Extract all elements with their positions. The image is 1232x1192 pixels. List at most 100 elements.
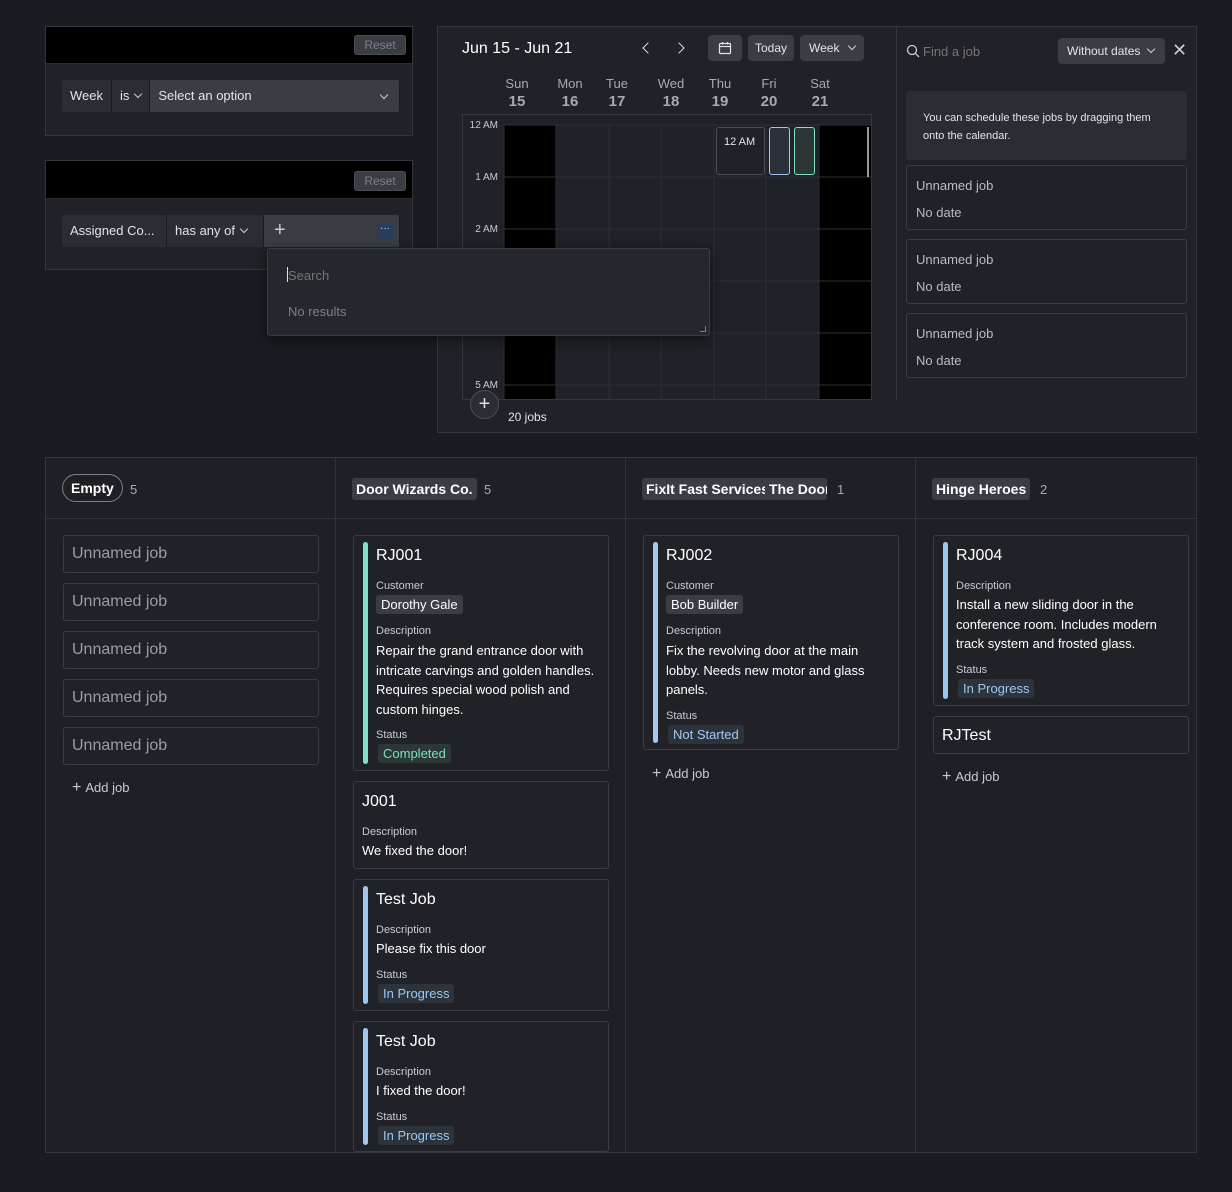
day-header-sat[interactable]: Sat 21	[794, 76, 846, 110]
description-label: Description	[666, 625, 722, 637]
unscheduled-job-card[interactable]: Unnamed job No date	[906, 313, 1187, 378]
group-tag: The Door	[765, 478, 827, 500]
job-card[interactable]: RJ004 Description Install a new sliding …	[933, 535, 1189, 706]
description-text: Repair the grand entrance door with intr…	[376, 643, 595, 717]
day-header-thu[interactable]: Thu 19	[694, 76, 746, 110]
find-job-input[interactable]	[923, 40, 1048, 62]
add-job-label: Add job	[85, 780, 130, 795]
hour-label: 5 AM	[475, 380, 498, 391]
customer-tag: Dorothy Gale	[376, 595, 463, 614]
jobs-count: 20 jobs	[508, 410, 547, 424]
calendar-icon	[718, 42, 732, 55]
day-name: Mon	[557, 76, 583, 91]
plus-icon[interactable]: +	[274, 215, 286, 246]
assignee-search-dropdown: No results	[267, 248, 710, 336]
job-card[interactable]: Test Job Description Please fix this doo…	[353, 879, 609, 1011]
column-header: Empty 5	[46, 458, 335, 519]
job-card-unnamed[interactable]: Unnamed job	[63, 535, 319, 573]
day-name: Sun	[505, 76, 529, 91]
description-label: Description	[376, 1066, 432, 1078]
day-header-fri[interactable]: Fri 20	[743, 76, 795, 110]
day-number: 15	[508, 93, 526, 110]
description-label: Description	[376, 924, 432, 936]
filter-field[interactable]: Assigned Co...	[62, 215, 167, 247]
job-card-unnamed[interactable]: Unnamed job	[63, 583, 319, 621]
day-number: 17	[608, 93, 626, 110]
job-card[interactable]: RJTest	[933, 716, 1189, 754]
day-number: 16	[561, 93, 579, 110]
view-select[interactable]: Week	[800, 35, 864, 61]
more-options-icon[interactable]: ···	[377, 223, 393, 239]
column-header: Hinge Heroes 2	[916, 458, 1196, 519]
day-name: Fri	[761, 76, 777, 91]
day-header-wed[interactable]: Wed 18	[645, 76, 697, 110]
job-card-unnamed[interactable]: Unnamed job	[63, 727, 319, 765]
column-header: Door Wizards Co. 5	[336, 458, 625, 519]
add-event-button[interactable]: +	[470, 390, 499, 419]
description-label: Description	[956, 580, 1012, 592]
job-card-unnamed[interactable]: Unnamed job	[63, 679, 319, 717]
filter-operator-select[interactable]: has any of	[167, 215, 264, 247]
calendar-event[interactable]: 12 AM	[716, 127, 765, 175]
job-card[interactable]: J001 Description We fixed the door!	[353, 781, 609, 869]
add-job-label: Add job	[665, 766, 710, 781]
status-badge: Not Started	[668, 725, 744, 744]
customer-label: Customer	[666, 580, 714, 592]
filter-operator-label: is	[120, 88, 130, 103]
hour-label: 12 AM	[469, 120, 498, 131]
calendar-event[interactable]	[794, 127, 815, 175]
day-header-mon[interactable]: Mon 16	[544, 76, 596, 110]
filter-field[interactable]: Week	[62, 80, 112, 112]
group-count: 2	[1040, 482, 1048, 497]
status-badge: Completed	[378, 744, 451, 763]
status-stripe	[363, 886, 368, 1004]
reset-button[interactable]: Reset	[354, 35, 406, 55]
calendar-event[interactable]	[769, 127, 790, 175]
add-job-button[interactable]: + Add job	[942, 768, 999, 786]
today-button[interactable]: Today	[748, 35, 794, 61]
job-date: No date	[916, 279, 962, 294]
job-id: RJ002	[666, 547, 713, 564]
filter-value-select[interactable]: Select an option	[150, 80, 400, 112]
filter-operator-select[interactable]: is	[112, 80, 151, 112]
job-id: RJ001	[376, 547, 423, 564]
job-card[interactable]: RJ002 Customer Bob Builder Description F…	[643, 535, 899, 750]
job-card-unnamed[interactable]: Unnamed job	[63, 631, 319, 669]
add-job-button[interactable]: + Add job	[72, 779, 129, 797]
description-text: Install a new sliding door in the confer…	[956, 597, 1157, 651]
day-name: Sat	[810, 76, 830, 91]
job-card[interactable]: RJ001 Customer Dorothy Gale Description …	[353, 535, 609, 771]
status-badge: In Progress	[958, 679, 1035, 698]
job-id: Test Job	[376, 1033, 436, 1050]
day-number: 19	[711, 93, 729, 110]
day-header-sun[interactable]: Sun 15	[491, 76, 543, 110]
without-dates-label: Without dates	[1067, 44, 1141, 58]
day-header-tue[interactable]: Tue 17	[591, 76, 643, 110]
without-dates-select[interactable]: Without dates	[1058, 38, 1165, 64]
date-picker-button[interactable]	[708, 35, 742, 61]
job-id: RJTest	[942, 727, 991, 744]
assignee-search-input[interactable]	[288, 265, 588, 285]
status-label: Status	[376, 729, 408, 741]
day-number: 20	[760, 93, 778, 110]
chevron-down-icon	[848, 41, 857, 51]
add-job-button[interactable]: + Add job	[652, 765, 709, 783]
resize-handle-icon[interactable]	[700, 326, 706, 332]
unscheduled-job-card[interactable]: Unnamed job No date	[906, 165, 1187, 230]
group-count: 1	[837, 482, 845, 497]
group-tag: Hinge Heroes	[932, 478, 1031, 500]
customer-label: Customer	[376, 580, 424, 592]
close-icon[interactable]: ✕	[1172, 40, 1187, 60]
description-text: Fix the revolving door at the main lobby…	[666, 643, 865, 697]
status-label: Status	[956, 664, 988, 676]
job-id: RJ004	[956, 547, 1003, 564]
view-label: Week	[809, 41, 840, 55]
schedule-hint: You can schedule these jobs by dragging …	[906, 91, 1187, 160]
description-text: Please fix this door	[376, 941, 486, 956]
unscheduled-job-card[interactable]: Unnamed job No date	[906, 239, 1187, 304]
job-card[interactable]: Test Job Description I fixed the door! S…	[353, 1021, 609, 1152]
group-count: 5	[484, 482, 492, 497]
job-id: Test Job	[376, 891, 436, 908]
filter-value-input[interactable]: + ···	[264, 215, 400, 247]
reset-button[interactable]: Reset	[354, 171, 406, 191]
